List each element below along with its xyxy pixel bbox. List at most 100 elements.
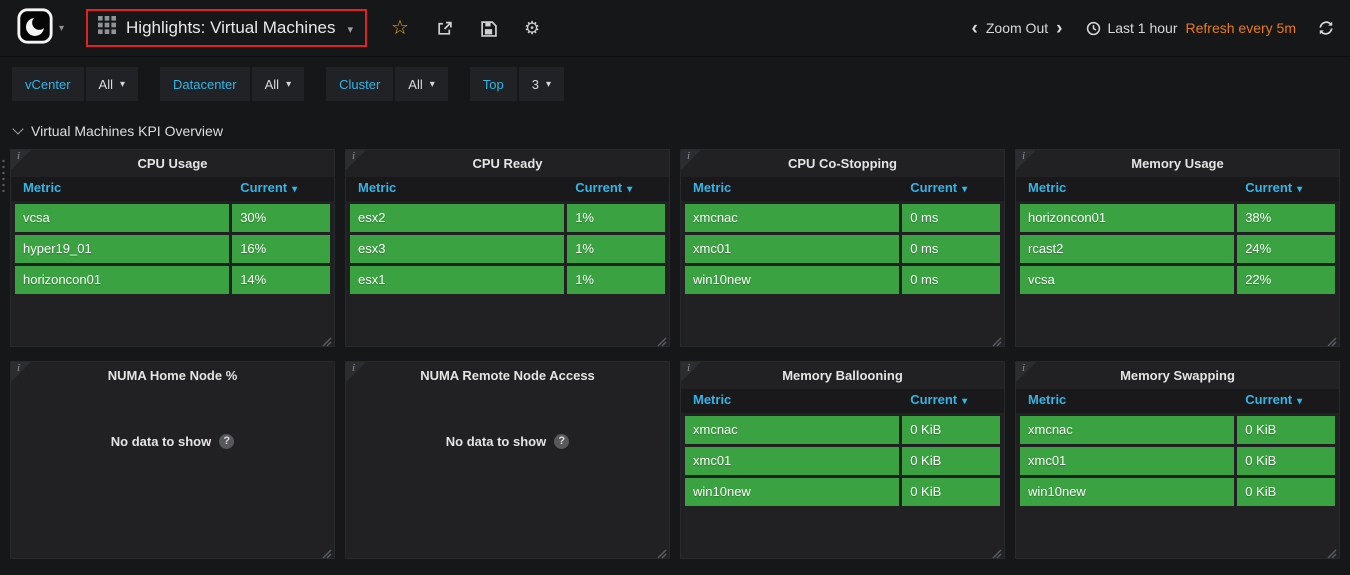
dashboard-grid-icon (98, 16, 117, 39)
panel-info-corner[interactable] (11, 150, 31, 170)
row-collapse-toggle[interactable]: Virtual Machines KPI Overview (0, 110, 223, 143)
filter-top-label: Top (469, 67, 517, 101)
panel-title[interactable]: Memory Ballooning (681, 362, 1004, 389)
column-header-current[interactable]: Current ▾ (232, 177, 330, 201)
panel-title[interactable]: Memory Usage (1016, 150, 1339, 177)
panel-info-corner[interactable] (1016, 150, 1036, 170)
table-row: xmc01 0 KiB (681, 447, 1004, 475)
panel-info-corner[interactable] (346, 362, 366, 382)
refresh-interval-picker[interactable]: Refresh every 5m (1186, 20, 1296, 36)
panel-info-corner[interactable] (1016, 362, 1036, 382)
value-cell: 1% (567, 204, 665, 232)
panel-info-corner[interactable] (681, 150, 701, 170)
question-circle-icon[interactable]: ? (554, 434, 570, 449)
filter-vcenter-dropdown[interactable]: All ▾ (85, 67, 139, 101)
share-dashboard-button[interactable] (436, 20, 453, 37)
table-row: rcast2 24% (1016, 235, 1339, 263)
panel-title[interactable]: CPU Co-Stopping (681, 150, 1004, 177)
filter-vcenter-value: All (98, 76, 113, 92)
column-header-metric[interactable]: Metric (685, 177, 899, 201)
panel-resize-handle[interactable] (992, 334, 1002, 347)
zoom-out-button[interactable]: Zoom Out (984, 20, 1050, 36)
panel-title[interactable]: NUMA Remote Node Access (346, 362, 669, 389)
shift-time-back-button[interactable]: ‹ (966, 19, 984, 38)
metric-cell: rcast2 (1020, 235, 1235, 263)
panel-title[interactable]: Memory Swapping (1016, 362, 1339, 389)
dashboard-title: Highlights: Virtual Machines (126, 17, 336, 37)
filter-datacenter-dropdown[interactable]: All ▾ (251, 67, 305, 101)
value-cell: 22% (1237, 266, 1335, 294)
value-cell: 30% (232, 204, 330, 232)
value-cell: 38% (1237, 204, 1335, 232)
panel-resize-handle[interactable] (657, 546, 667, 559)
column-header-metric[interactable]: Metric (350, 177, 564, 201)
column-header-current[interactable]: Current ▾ (902, 389, 1000, 413)
panel-resize-handle[interactable] (1327, 546, 1337, 559)
refresh-icon (1319, 21, 1333, 35)
column-header-metric[interactable]: Metric (1020, 177, 1234, 201)
filter-top-dropdown[interactable]: 3 ▾ (518, 67, 564, 101)
value-cell: 0 ms (902, 266, 1000, 294)
save-icon (481, 20, 497, 37)
filter-vcenter-label: vCenter (12, 67, 84, 101)
panel-title[interactable]: NUMA Home Node % (11, 362, 334, 389)
value-cell: 16% (232, 235, 330, 263)
panel-resize-handle[interactable] (657, 334, 667, 347)
table-row: hyper19_01 16% (11, 235, 334, 263)
panel-title[interactable]: CPU Usage (11, 150, 334, 177)
share-icon (438, 21, 452, 35)
metric-cell: xmcnac (685, 416, 900, 444)
save-dashboard-button[interactable] (480, 20, 497, 37)
filter-datacenter-label: Datacenter (160, 67, 250, 101)
panel-info-corner[interactable] (11, 362, 31, 382)
refresh-dashboard-button[interactable] (1318, 20, 1334, 36)
column-header-current-label: Current (1245, 392, 1293, 407)
column-header-current[interactable]: Current ▾ (1237, 389, 1335, 413)
value-cell: 0 ms (902, 235, 1000, 263)
sort-caret-icon: ▾ (962, 184, 968, 195)
metric-cell: esx1 (350, 266, 565, 294)
column-header-current[interactable]: Current ▾ (1237, 177, 1335, 201)
settings-gear-icon[interactable]: ⚙ (524, 19, 540, 37)
panel-resize-handle[interactable] (322, 546, 332, 559)
row-drag-handle[interactable] (1, 158, 6, 192)
sort-caret-icon: ▾ (1297, 184, 1303, 195)
column-header-current[interactable]: Current ▾ (567, 177, 665, 201)
panel-resize-handle[interactable] (322, 334, 332, 347)
metric-cell: xmc01 (1020, 447, 1235, 475)
metric-cell: vcsa (1020, 266, 1235, 294)
filter-datacenter: Datacenter All ▾ (160, 67, 305, 101)
panel-info-corner[interactable] (681, 362, 701, 382)
metric-cell: xmcnac (685, 204, 900, 232)
shift-time-forward-button[interactable]: › (1050, 19, 1068, 38)
filter-cluster-value: All (408, 76, 423, 92)
time-range-picker[interactable]: Last 1 hour (1086, 20, 1178, 36)
navbar-actions: ☆ ⚙ (391, 18, 540, 38)
panel-cpu-usage: i CPU Usage Metric Current ▾ vcsa 30% hyp… (10, 149, 335, 347)
filter-cluster-label: Cluster (326, 67, 394, 101)
filter-cluster-dropdown[interactable]: All ▾ (395, 67, 448, 101)
star-dashboard-button[interactable]: ☆ (391, 18, 409, 38)
panel-resize-handle[interactable] (1327, 334, 1337, 347)
column-header-current-label: Current (240, 180, 288, 195)
column-header-metric[interactable]: Metric (1020, 389, 1234, 413)
filter-datacenter-value: All (264, 76, 280, 92)
filter-top: Top 3 ▾ (469, 67, 564, 101)
clock-icon (1087, 21, 1101, 35)
column-header-current-label: Current (910, 180, 958, 195)
column-header-current[interactable]: Current ▾ (902, 177, 1000, 201)
metric-cell: win10new (1020, 478, 1235, 506)
dashboard-title-button[interactable]: Highlights: Virtual Machines ▾ (86, 9, 368, 47)
table-row: esx1 1% (346, 266, 669, 294)
metric-cell: esx3 (350, 235, 565, 263)
column-header-metric[interactable]: Metric (685, 389, 899, 413)
top-navbar: ▾ Highlights: Virtual Machines ▾ ☆ ⚙ ‹ Z… (0, 0, 1350, 57)
column-header-metric[interactable]: Metric (15, 177, 229, 201)
value-cell: 24% (1237, 235, 1335, 263)
question-circle-icon[interactable]: ? (219, 434, 235, 449)
dropdown-caret-icon: ▾ (286, 78, 292, 90)
panel-info-corner[interactable] (346, 150, 366, 170)
grafana-menu-button[interactable]: ▾ (8, 3, 72, 54)
panel-resize-handle[interactable] (992, 546, 1002, 559)
panel-title[interactable]: CPU Ready (346, 150, 669, 177)
